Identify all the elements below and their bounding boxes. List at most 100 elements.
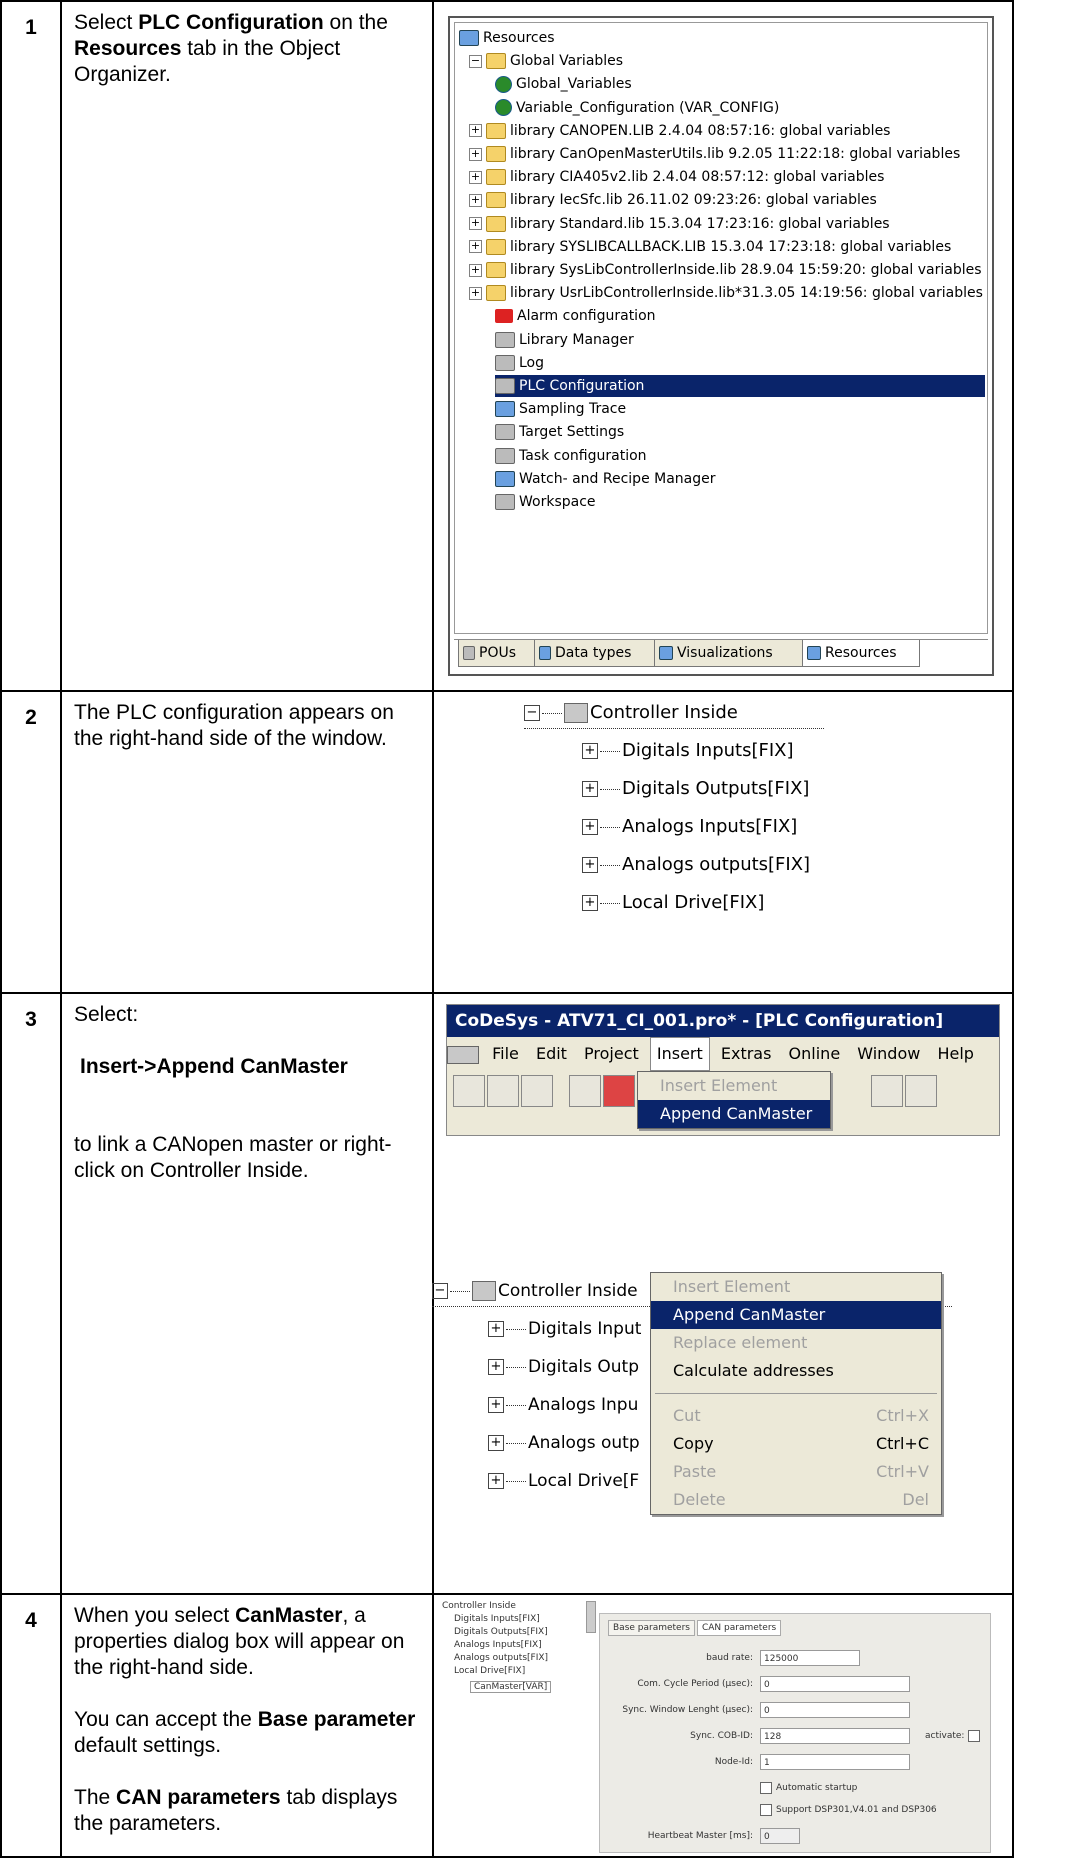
tree-node[interactable]: + Local Drive[F: [488, 1466, 639, 1496]
expand-icon[interactable]: +: [469, 147, 482, 161]
tree-item[interactable]: Watch- and Recipe Manager: [495, 468, 716, 490]
tree-node[interactable]: Analogs Inputs[FIX]: [454, 1640, 542, 1650]
context-delete[interactable]: Delete Del: [651, 1486, 941, 1514]
tree-item[interactable]: Target Settings: [495, 421, 624, 443]
monitor-icon[interactable]: [871, 1075, 903, 1107]
tree-item-plc-configuration[interactable]: PLC Configuration: [495, 375, 985, 397]
tree-item[interactable]: Library Manager: [495, 329, 634, 351]
menu-window[interactable]: Window: [851, 1038, 926, 1070]
context-copy[interactable]: Copy Ctrl+C: [651, 1430, 941, 1458]
expand-icon[interactable]: +: [488, 1435, 504, 1451]
menu-extras[interactable]: Extras: [715, 1038, 778, 1070]
tab-base-parameters[interactable]: Base parameters: [608, 1620, 695, 1636]
menu-item-append-canmaster[interactable]: Append CanMaster: [638, 1100, 830, 1128]
tree-node[interactable]: + Analogs outputs[FIX]: [582, 850, 810, 880]
collapse-icon[interactable]: −: [432, 1283, 448, 1299]
expand-icon[interactable]: +: [469, 170, 482, 184]
tree-item[interactable]: + library Standard.lib 15.3.04 17:23:16: …: [469, 213, 890, 235]
menu-help[interactable]: Help: [931, 1038, 979, 1070]
expand-icon[interactable]: +: [582, 781, 598, 797]
open-folder-icon[interactable]: [487, 1075, 519, 1107]
tree-item[interactable]: Task configuration: [495, 445, 647, 467]
build-icon[interactable]: [569, 1075, 601, 1107]
expand-icon[interactable]: +: [582, 743, 598, 759]
tree-node[interactable]: + Digitals Outputs[FIX]: [582, 774, 809, 804]
tree-node[interactable]: Analogs outputs[FIX]: [454, 1653, 548, 1663]
sync-window-input[interactable]: 0: [760, 1702, 910, 1718]
tree-item[interactable]: Log: [495, 352, 544, 374]
expand-icon[interactable]: +: [469, 124, 482, 138]
tree-node[interactable]: + Local Drive[FIX]: [582, 888, 764, 918]
node-id-input[interactable]: 1: [760, 1754, 910, 1770]
tree-node[interactable]: + Digitals Inputs[FIX]: [582, 736, 794, 766]
expand-icon[interactable]: +: [469, 217, 482, 231]
expand-icon[interactable]: +: [469, 193, 482, 207]
tree-item[interactable]: + library CIA405v2.lib 2.4.04 08:57:12: g…: [469, 166, 884, 188]
expand-icon[interactable]: +: [582, 895, 598, 911]
baud-rate-select[interactable]: 125000: [760, 1650, 860, 1666]
expand-icon[interactable]: +: [488, 1397, 504, 1413]
tab-pous[interactable]: POUs: [458, 640, 540, 667]
tree-item[interactable]: Workspace: [495, 491, 596, 513]
menu-insert[interactable]: Insert: [649, 1037, 710, 1071]
monitor-step-icon[interactable]: [905, 1075, 937, 1107]
tree-item[interactable]: + library SysLibControllerInside.lib 28.9…: [469, 259, 982, 281]
tree-item[interactable]: Resources: [459, 27, 555, 49]
expand-icon[interactable]: +: [469, 263, 482, 277]
tree-item[interactable]: Variable_Configuration (VAR_CONFIG): [495, 97, 779, 119]
tree-node[interactable]: Local Drive[FIX]: [454, 1666, 525, 1676]
tree-item[interactable]: − Global Variables: [469, 50, 623, 72]
sync-cob-id-input[interactable]: 128: [760, 1728, 910, 1744]
context-append-canmaster[interactable]: Append CanMaster: [651, 1301, 941, 1329]
menu-edit[interactable]: Edit: [530, 1038, 573, 1070]
tree-root[interactable]: − Controller Inside: [524, 698, 824, 729]
menu-online[interactable]: Online: [783, 1038, 847, 1070]
tree-item[interactable]: + library CanOpenMasterUtils.lib 9.2.05 1…: [469, 143, 960, 165]
collapse-icon[interactable]: −: [469, 54, 482, 68]
menu-project[interactable]: Project: [578, 1038, 645, 1070]
tree-node[interactable]: + Analogs Inpu: [488, 1390, 638, 1420]
tab-can-parameters[interactable]: CAN parameters: [696, 1620, 782, 1636]
tree-node[interactable]: + Digitals Outp: [488, 1352, 639, 1382]
context-replace-element[interactable]: Replace element: [651, 1329, 941, 1357]
tree-item[interactable]: Global_Variables: [495, 73, 632, 95]
activate-checkbox[interactable]: [968, 1730, 980, 1742]
tree-item[interactable]: Alarm configuration: [495, 305, 656, 327]
stop-icon[interactable]: [603, 1075, 635, 1107]
tab-resources[interactable]: Resources: [802, 640, 920, 667]
expand-icon[interactable]: +: [582, 819, 598, 835]
tree-node[interactable]: Digitals Outputs[FIX]: [454, 1627, 548, 1637]
expand-icon[interactable]: +: [488, 1359, 504, 1375]
new-file-icon[interactable]: [453, 1075, 485, 1107]
tree-node[interactable]: + Analogs outp: [488, 1428, 640, 1458]
tree-node[interactable]: + Digitals Input: [488, 1314, 641, 1344]
expand-icon[interactable]: +: [469, 286, 482, 300]
heartbeat-input[interactable]: 0: [760, 1828, 800, 1844]
expand-icon[interactable]: +: [469, 240, 482, 254]
context-insert-element[interactable]: Insert Element: [651, 1273, 941, 1301]
tree-node[interactable]: + Analogs Inputs[FIX]: [582, 812, 797, 842]
save-icon[interactable]: [521, 1075, 553, 1107]
support-dsp-checkbox[interactable]: [760, 1804, 772, 1816]
scrollbar[interactable]: [586, 1601, 596, 1633]
expand-icon[interactable]: +: [488, 1321, 504, 1337]
tab-data-types[interactable]: Data types: [534, 640, 660, 667]
collapse-icon[interactable]: −: [524, 705, 540, 721]
tree-item[interactable]: + library CANOPEN.LIB 2.4.04 08:57:16: gl…: [469, 120, 890, 142]
expand-icon[interactable]: +: [488, 1473, 504, 1489]
automatic-startup-checkbox[interactable]: [760, 1782, 772, 1794]
menu-item-insert-element[interactable]: Insert Element: [638, 1072, 830, 1100]
tree-item[interactable]: + library SYSLIBCALLBACK.LIB 15.3.04 17:2…: [469, 236, 951, 258]
menu-file[interactable]: File: [486, 1038, 525, 1070]
tree-item[interactable]: + library UsrLibControllerInside.lib*31.3…: [469, 282, 983, 304]
tree-root[interactable]: Controller Inside: [442, 1601, 516, 1611]
cycle-period-input[interactable]: 0: [760, 1676, 910, 1692]
context-paste[interactable]: Paste Ctrl+V: [651, 1458, 941, 1486]
tree-item[interactable]: + library IecSfc.lib 26.11.02 09:23:26: g…: [469, 189, 877, 211]
context-calculate-addresses[interactable]: Calculate addresses: [651, 1357, 941, 1385]
tree-node-canmaster[interactable]: CanMaster[VAR]: [470, 1681, 552, 1693]
tree-item[interactable]: Sampling Trace: [495, 398, 626, 420]
context-cut[interactable]: Cut Ctrl+X: [651, 1402, 941, 1430]
tree-node[interactable]: Digitals Inputs[FIX]: [454, 1614, 540, 1624]
expand-icon[interactable]: +: [582, 857, 598, 873]
